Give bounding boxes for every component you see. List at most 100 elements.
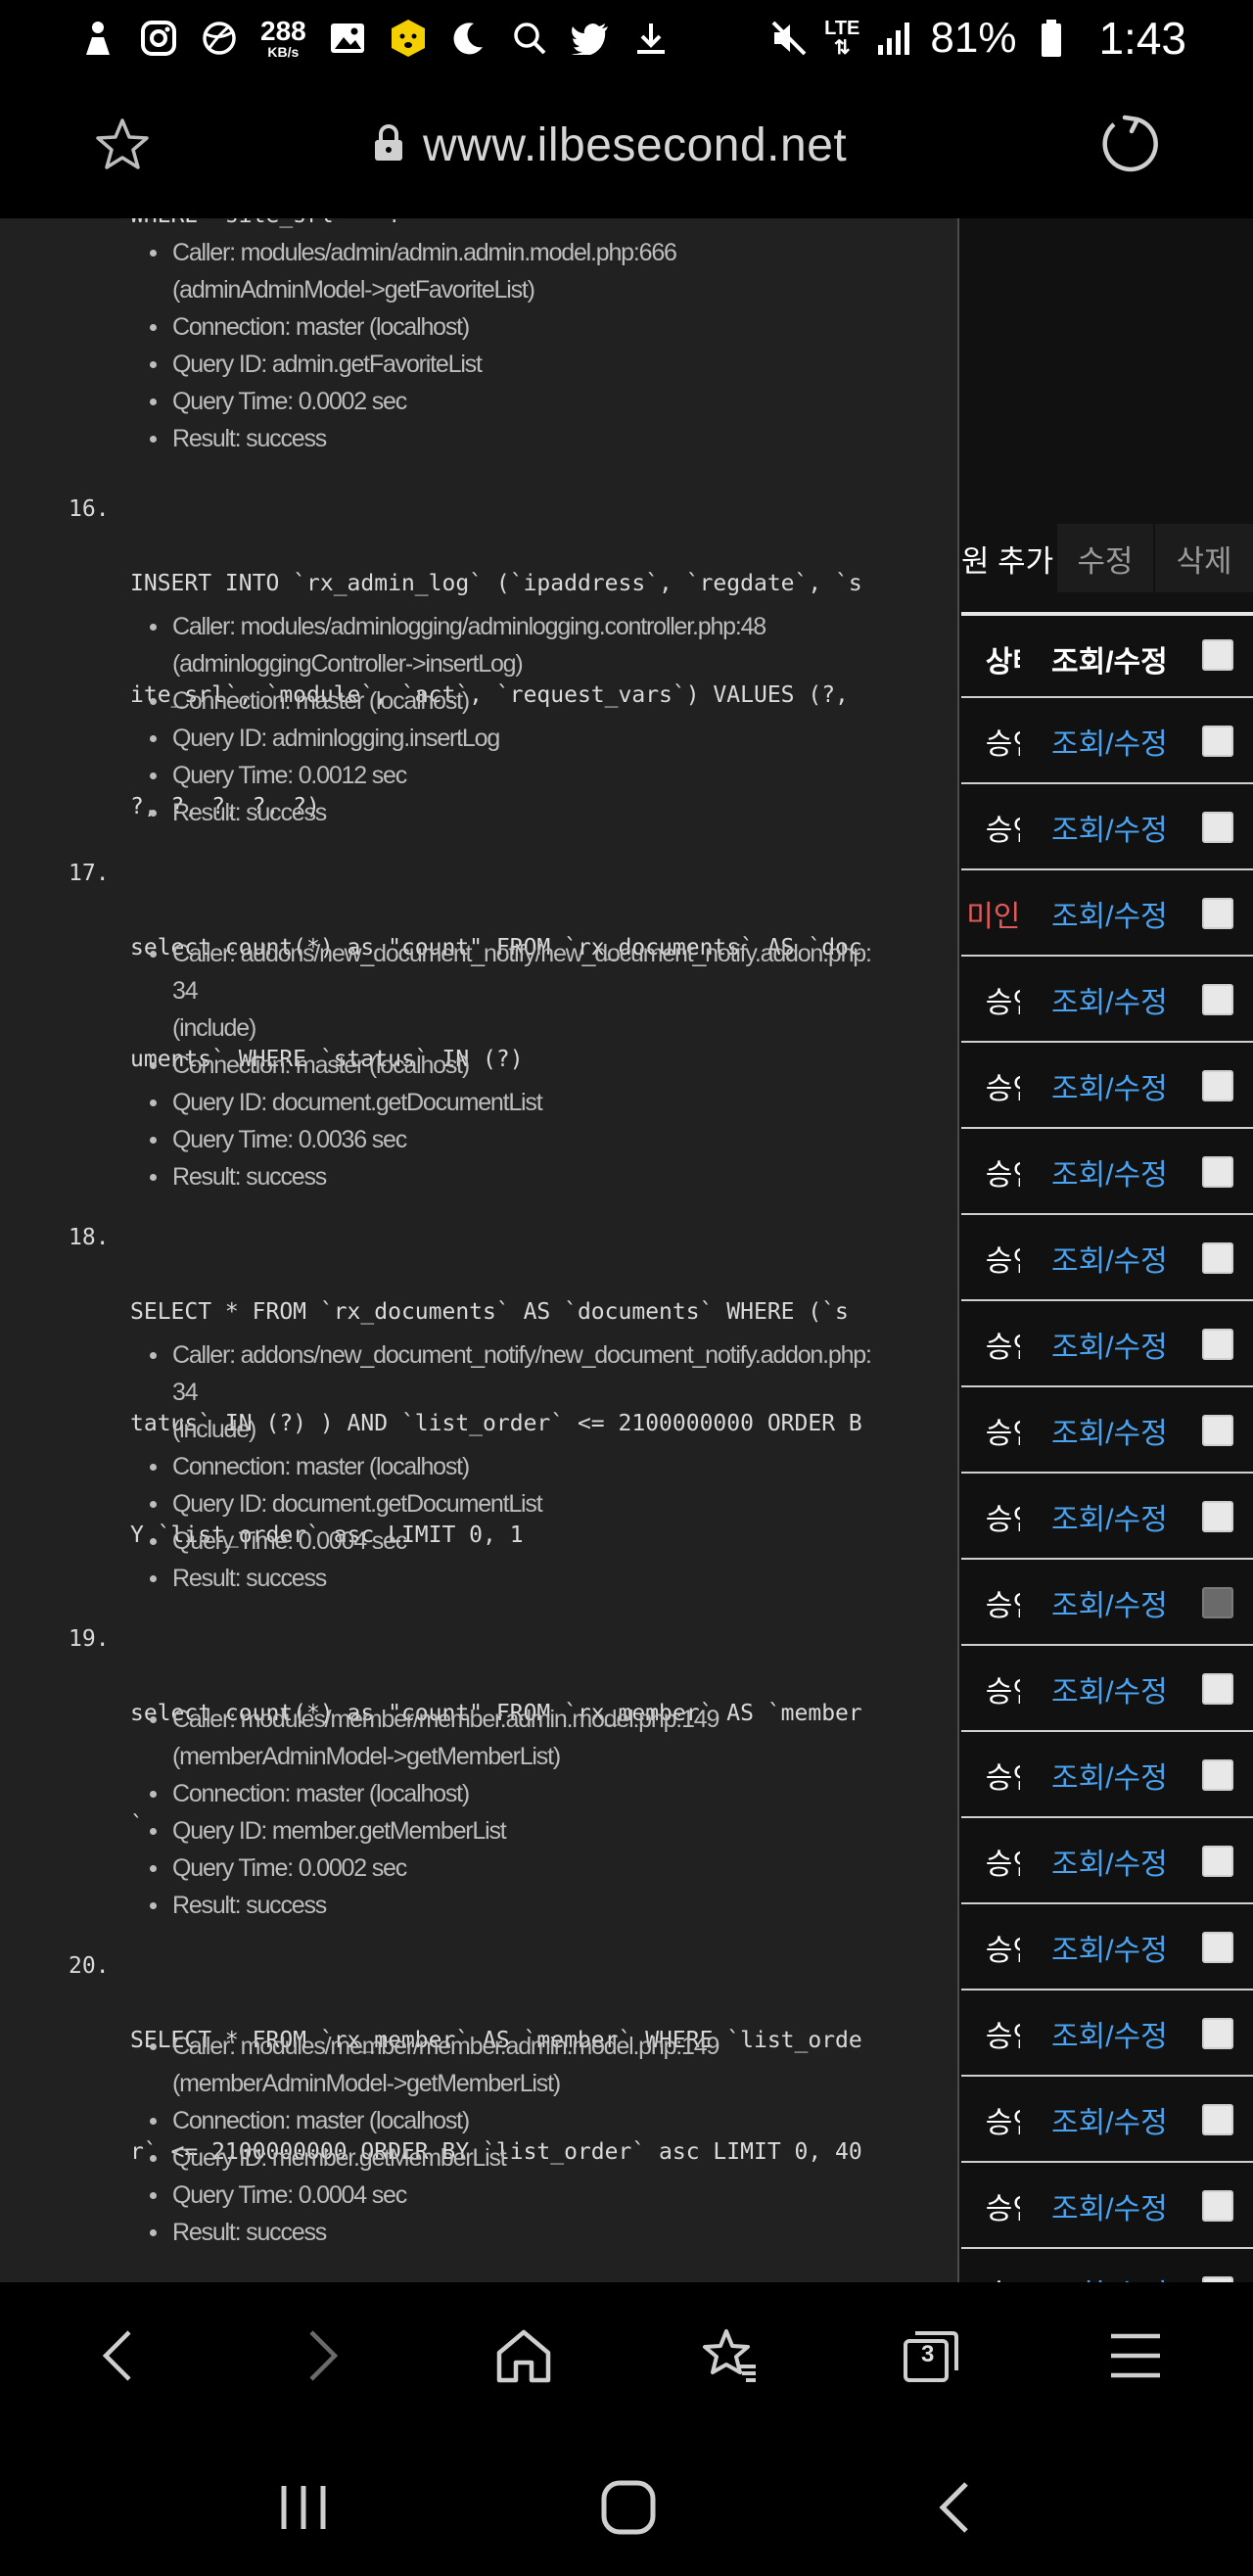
view-edit-link[interactable]: 조회/수정 (1051, 1474, 1168, 1560)
bookmarks-icon[interactable] (695, 2321, 764, 2390)
row-checkbox[interactable] (1202, 898, 1233, 929)
delete-button[interactable]: 삭제 (1155, 524, 1253, 592)
query-id: Query ID: member.getMemberList (150, 1812, 936, 1850)
view-edit-link[interactable]: 조회/수정 (1051, 1215, 1168, 1301)
table-row: 승인 조회/수정 (961, 1991, 1253, 2077)
query-number: 16. (69, 496, 110, 522)
search-icon (510, 19, 549, 58)
view-edit-link[interactable]: 조회/수정 (1051, 2077, 1168, 2163)
status-cell: 승인 (985, 2021, 1020, 2053)
view-edit-link[interactable]: 조회/수정 (1051, 784, 1168, 870)
home-button-icon[interactable] (594, 2473, 663, 2542)
query-number: 19. (69, 1626, 110, 1652)
query-details: Caller: addons/new_document_notify/new_d… (150, 1336, 936, 1597)
query-id: Query ID: document.getDocumentList (150, 1485, 936, 1522)
status-cell: 미인증 (966, 901, 1020, 933)
status-cell: 승인 (985, 2107, 1020, 2139)
table-row: 승인 조회/수정 (961, 1301, 1253, 1387)
view-edit-link[interactable]: 조회/수정 (1051, 1732, 1168, 1818)
row-checkbox[interactable] (1202, 1932, 1233, 1963)
view-edit-link[interactable]: 조회/수정 (1051, 957, 1168, 1043)
query-id: Query ID: adminlogging.insertLog (150, 720, 936, 757)
row-checkbox[interactable] (1202, 1673, 1233, 1705)
system-back-icon[interactable] (920, 2473, 989, 2542)
query-caller: Caller: addons/new_document_notify/new_d… (150, 935, 936, 1047)
query-connection: Connection: master (localhost) (150, 2102, 936, 2139)
basketball-icon (200, 19, 239, 58)
menu-icon[interactable] (1101, 2321, 1170, 2390)
view-edit-link[interactable]: 조회/수정 (1051, 1387, 1168, 1474)
table-row: 승인 조회/수정 (961, 1215, 1253, 1301)
view-edit-link[interactable]: 조회/수정 (1051, 2163, 1168, 2249)
row-checkbox[interactable] (1202, 1156, 1233, 1188)
back-icon[interactable] (83, 2321, 152, 2390)
row-checkbox[interactable] (1202, 812, 1233, 843)
reload-icon[interactable] (1098, 112, 1163, 176)
table-row: 승인 조회/수정 (961, 1043, 1253, 1129)
row-checkbox[interactable] (1202, 2018, 1233, 2049)
query-connection: Connection: master (localhost) (150, 1448, 936, 1485)
status-cell: 승인 (985, 1418, 1020, 1450)
row-checkbox[interactable] (1202, 2190, 1233, 2222)
query-details: Caller: modules/member/member.admin.mode… (150, 1701, 936, 1924)
table-row: 승인 조회/수정 (961, 1646, 1253, 1732)
view-edit-link[interactable]: 조회/수정 (1051, 1818, 1168, 1904)
speed-unit: KB/s (267, 44, 300, 60)
download-icon (631, 19, 671, 58)
status-cell: 승인 (985, 1073, 1020, 1105)
view-edit-link[interactable]: 조회/수정 (1051, 1646, 1168, 1732)
view-edit-link[interactable]: 조회/수정 (1051, 698, 1168, 784)
row-checkbox[interactable] (1202, 2104, 1233, 2135)
mute-icon (769, 19, 809, 58)
url-field[interactable]: www.ilbesecond.net (372, 116, 847, 174)
query-id: Query ID: member.getMemberList (150, 2139, 936, 2177)
row-checkbox[interactable] (1202, 1242, 1233, 1274)
row-checkbox[interactable] (1202, 1501, 1233, 1532)
view-edit-link[interactable]: 조회/수정 (1051, 1991, 1168, 2077)
query-result: Result: success (150, 1887, 936, 1924)
view-edit-link[interactable]: 조회/수정 (1051, 1301, 1168, 1387)
row-checkbox[interactable] (1202, 1759, 1233, 1791)
debug-query-panel[interactable]: WHERE `site_srl` = ? Caller: modules/adm… (0, 218, 959, 2282)
query-caller: Caller: modules/admin/admin.admin.model.… (150, 234, 936, 308)
row-checkbox[interactable] (1202, 1070, 1233, 1101)
network-speed: 288 KB/s (260, 18, 306, 60)
view-edit-link[interactable]: 조회/수정 (1051, 1043, 1168, 1129)
query-time: Query Time: 0.0004 sec (150, 1522, 936, 1560)
query-result: Result: success (150, 420, 936, 457)
row-checkbox[interactable] (1202, 1329, 1233, 1360)
tabs-icon[interactable]: 3 (897, 2321, 965, 2390)
status-cell: 승인 (985, 1245, 1020, 1278)
row-checkbox[interactable] (1202, 726, 1233, 757)
status-header: 상태 (985, 646, 1020, 679)
row-checkbox[interactable] (1202, 984, 1233, 1015)
table-row: 승인 조회/수정 (961, 1129, 1253, 1215)
image-icon (328, 19, 367, 58)
query-number: 17. (69, 861, 110, 886)
row-checkbox[interactable] (1202, 1846, 1233, 1877)
bookmark-star-icon[interactable] (93, 116, 152, 174)
status-cell: 승인 (985, 815, 1020, 847)
clock: 1:43 (1098, 13, 1186, 64)
edit-button[interactable]: 수정 (1057, 524, 1155, 592)
row-checkbox[interactable] (1202, 1587, 1233, 1618)
table-row: 승인 조회/수정 (961, 2077, 1253, 2163)
query-number: 18. (69, 1225, 110, 1250)
forward-icon[interactable] (289, 2321, 357, 2390)
query-details: Caller: addons/new_document_notify/new_d… (150, 935, 936, 1195)
recent-apps-icon[interactable] (269, 2473, 338, 2542)
select-all-checkbox[interactable] (1202, 639, 1233, 671)
view-edit-link[interactable]: 조회/수정 (1051, 1129, 1168, 1215)
view-edit-link[interactable]: 조회/수정 (1051, 870, 1168, 957)
row-checkbox[interactable] (1202, 1415, 1233, 1446)
view-edit-link[interactable]: 조회/수정 (1051, 1560, 1168, 1646)
view-edit-link[interactable]: 조회/수정 (1051, 1904, 1168, 1991)
status-cell: 승인 (985, 1849, 1020, 1881)
view-edit-link[interactable]: 조회/수정 (1051, 2249, 1168, 2282)
add-member-button[interactable]: 원 추가 (961, 524, 1057, 592)
status-cell: 승인 (985, 728, 1020, 761)
twitter-icon (570, 19, 610, 58)
status-cell: 승인 (985, 1159, 1020, 1192)
table-row: 승인 조회/수정 (961, 784, 1253, 870)
home-icon[interactable] (489, 2321, 558, 2390)
